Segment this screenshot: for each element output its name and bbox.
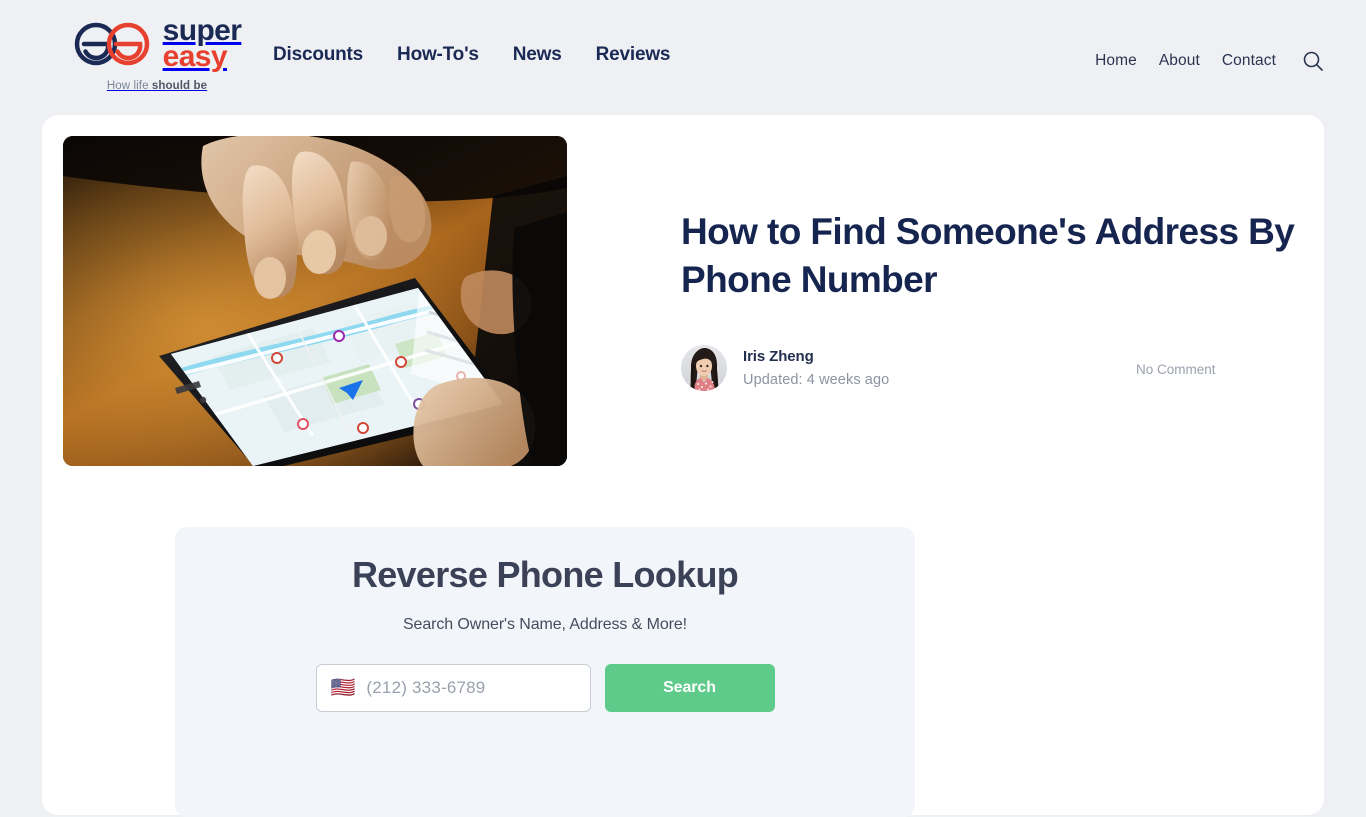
- nav-item-how-tos[interactable]: How-To's: [397, 44, 479, 66]
- avatar: [681, 345, 727, 392]
- reverse-phone-lookup-widget: Reverse Phone Lookup Search Owner's Name…: [175, 527, 915, 817]
- utility-navigation: Home About Contact: [1095, 48, 1326, 74]
- logo-wordmark: super easy: [162, 15, 242, 74]
- lookup-subtitle: Search Owner's Name, Address & More!: [402, 616, 687, 633]
- nav-item-discounts[interactable]: Discounts: [273, 44, 363, 66]
- us-flag-icon: 🇺🇸: [330, 677, 356, 699]
- logo-text-easy: easy: [162, 40, 228, 74]
- primary-navigation: Discounts How-To's News Reviews: [273, 44, 670, 66]
- nav-item-contact[interactable]: Contact: [1222, 52, 1276, 70]
- lookup-form: 🇺🇸 Search: [175, 664, 915, 712]
- author-name[interactable]: Iris Zheng: [743, 348, 889, 365]
- article-hero-image: [63, 136, 567, 466]
- logo-row: super easy: [73, 15, 242, 74]
- search-button[interactable]: Search: [604, 664, 775, 712]
- nav-item-about[interactable]: About: [1159, 52, 1200, 70]
- article-meta-column: How to Find Someone's Address By Phone N…: [681, 136, 1301, 466]
- updated-timestamp: Updated: 4 weeks ago: [743, 372, 890, 389]
- superreasy-double-e-logo-icon: [73, 22, 157, 66]
- site-header: super easy How life should be Discounts …: [0, 0, 1366, 112]
- logo-tagline-plain: How life: [106, 79, 152, 92]
- article-card: How to Find Someone's Address By Phone N…: [42, 115, 1324, 817]
- nav-item-home[interactable]: Home: [1095, 52, 1137, 70]
- article-header: How to Find Someone's Address By Phone N…: [42, 115, 1324, 466]
- page-title: How to Find Someone's Address By Phone N…: [681, 211, 1295, 301]
- byline: Iris Zheng Updated: 4 weeks ago No Comme…: [681, 345, 1301, 392]
- site-logo[interactable]: super easy How life should be: [42, 15, 272, 92]
- nav-item-news[interactable]: News: [513, 44, 562, 66]
- search-icon[interactable]: [1300, 48, 1326, 74]
- nav-item-reviews[interactable]: Reviews: [596, 44, 671, 66]
- byline-text: Iris Zheng Updated: 4 weeks ago: [743, 348, 889, 388]
- lookup-title: Reverse Phone Lookup: [351, 554, 739, 595]
- phone-number-input[interactable]: [366, 678, 576, 698]
- logo-tagline: How life should be: [107, 80, 207, 92]
- comment-count[interactable]: No Comment: [1136, 362, 1216, 377]
- logo-tagline-bold: should be: [151, 79, 208, 92]
- phone-input-wrapper[interactable]: 🇺🇸: [315, 664, 591, 712]
